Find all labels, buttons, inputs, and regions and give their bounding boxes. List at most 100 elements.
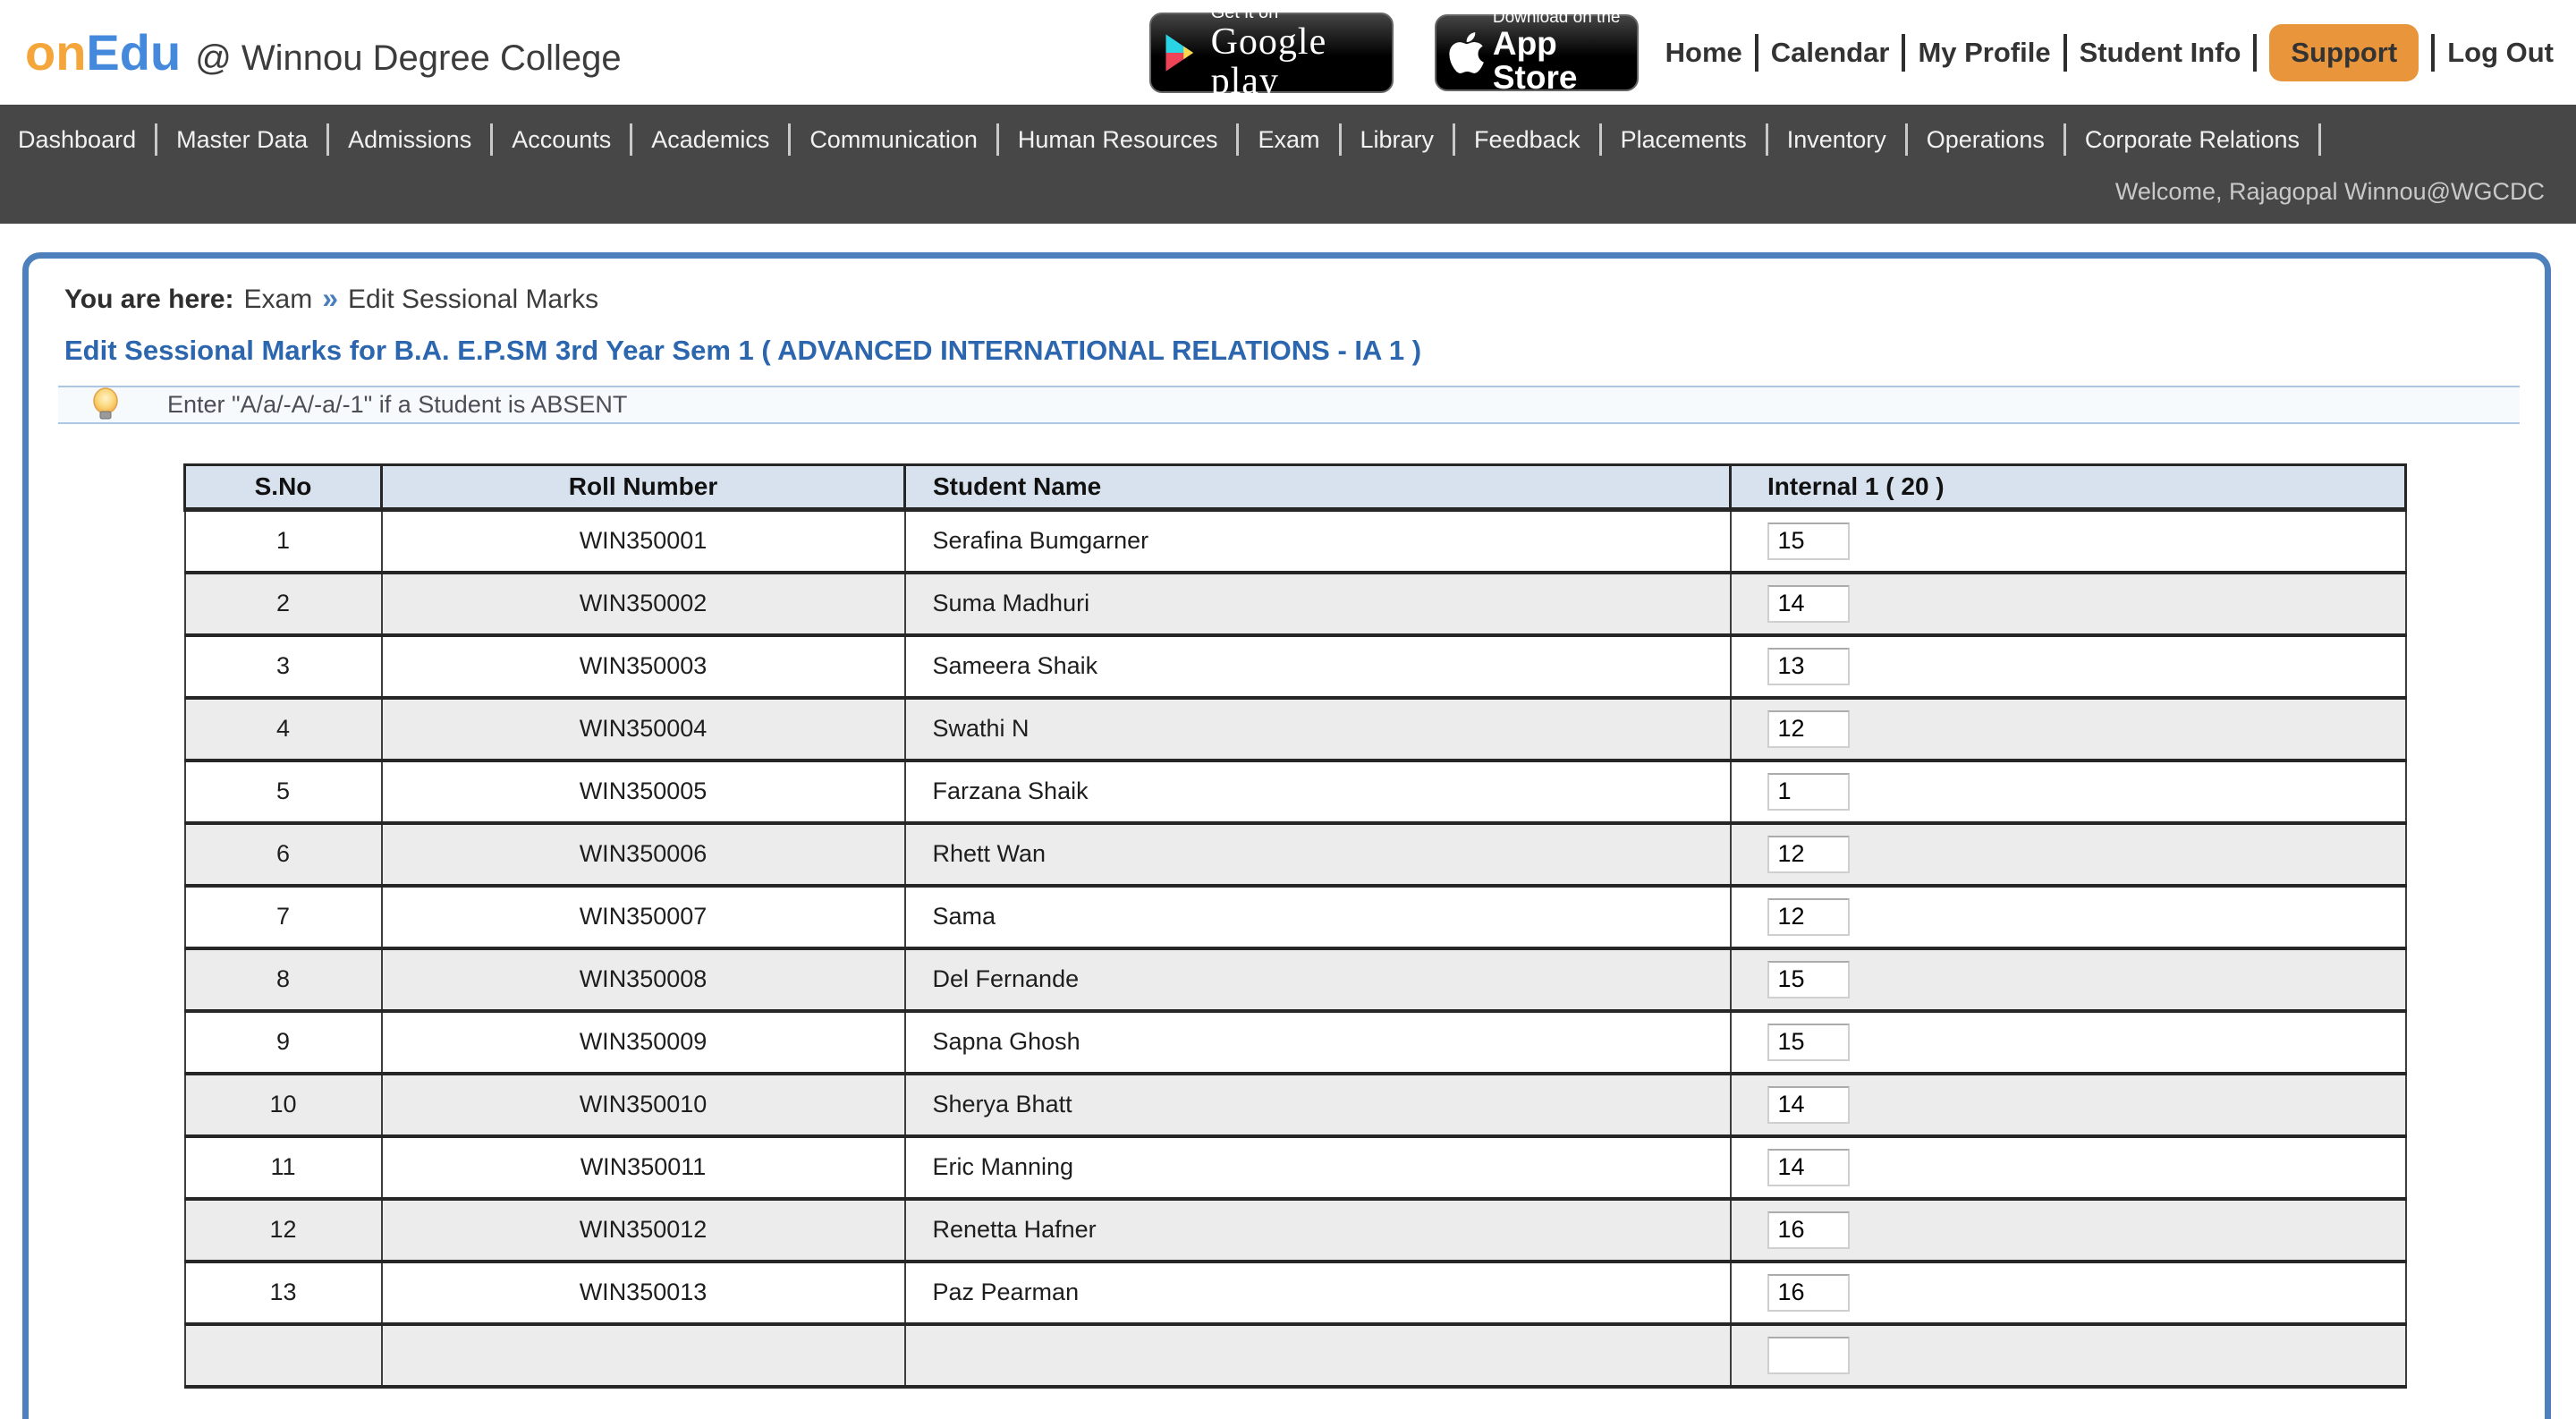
menu-item-placements[interactable]: Placements (1621, 126, 1747, 154)
mark-cell (1729, 1071, 2407, 1138)
mark-cell (1729, 1259, 2407, 1326)
table-header-row: S.No Roll Number Student Name Internal 1 ( … (183, 463, 2407, 512)
apple-icon (1449, 31, 1484, 73)
welcome-text: Welcome, Rajagopal Winnou@WGCDC (2114, 178, 2545, 205)
google-play-badge[interactable]: Get it on Google play (1148, 3, 1394, 101)
top-nav-home[interactable]: Home (1665, 37, 1742, 69)
app-header: onEdu @ Winnou Degree College Get it on … (0, 0, 2576, 105)
menu-item-feedback[interactable]: Feedback (1474, 126, 1580, 154)
top-nav-separator (2253, 33, 2258, 72)
top-nav-separator (1754, 33, 1758, 72)
top-nav-my-profile[interactable]: My Profile (1918, 37, 2050, 69)
main-menu: Dashboard Master Data Admissions Accounts Ac… (0, 105, 2576, 174)
sno-cell: 5 (183, 758, 383, 825)
menu-item-master-data[interactable]: Master Data (176, 126, 308, 154)
menu-separator (1904, 123, 1908, 156)
menu-item-dashboard[interactable]: Dashboard (18, 126, 136, 154)
menu-separator (630, 123, 633, 156)
mark-input[interactable] (1767, 960, 1850, 998)
top-nav-separator (2431, 33, 2436, 72)
top-nav-calendar[interactable]: Calendar (1771, 37, 1890, 69)
menu-separator (996, 123, 999, 156)
app-store-line1: Download on the (1492, 7, 1621, 27)
menu-item-library[interactable]: Library (1360, 126, 1435, 154)
table-row: 12 WIN350012 Renetta Hafner (183, 1196, 2407, 1263)
roll-number-cell: WIN350011 (380, 1134, 906, 1201)
menu-item-human-resources[interactable]: Human Resources (1018, 126, 1218, 154)
menu-separator (2318, 123, 2321, 156)
menu-separator (788, 123, 792, 156)
table-row: 2 WIN350002 Suma Madhuri (183, 570, 2407, 637)
mark-input[interactable] (1767, 647, 1850, 685)
mark-cell (1729, 1134, 2407, 1201)
breadcrumb-prefix: You are here: (64, 285, 234, 314)
mark-input[interactable] (1767, 710, 1850, 748)
table-row (183, 1321, 2407, 1389)
mark-input[interactable] (1767, 522, 1850, 560)
mark-input[interactable] (1767, 1085, 1850, 1124)
sno-cell: 1 (183, 507, 383, 574)
top-nav-separator (2063, 33, 2067, 72)
menu-item-accounts[interactable]: Accounts (512, 126, 611, 154)
breadcrumb-separator-icon: » (322, 282, 338, 314)
sno-cell: 10 (183, 1071, 383, 1138)
sno-cell: 12 (183, 1196, 383, 1263)
menu-item-academics[interactable]: Academics (651, 126, 769, 154)
sno-cell (183, 1321, 383, 1389)
mark-input[interactable] (1767, 1336, 1850, 1374)
roll-number-cell: WIN350001 (380, 507, 906, 574)
menu-item-communication[interactable]: Communication (809, 126, 978, 154)
menu-item-inventory[interactable]: Inventory (1787, 126, 1886, 154)
top-nav-log-out[interactable]: Log Out (2447, 37, 2554, 69)
menu-item-operations[interactable]: Operations (1927, 126, 2045, 154)
menu-separator (326, 123, 330, 156)
sno-cell: 13 (183, 1259, 383, 1326)
mark-cell (1729, 946, 2407, 1013)
roll-number-cell: WIN350009 (380, 1008, 906, 1075)
menu-item-corporate-relations[interactable]: Corporate Relations (2085, 126, 2300, 154)
mark-input[interactable] (1767, 584, 1850, 623)
app-store-badge[interactable]: Download on the App Store (1434, 8, 1639, 95)
breadcrumb-section[interactable]: Exam (244, 285, 313, 315)
brand-logo[interactable]: onEdu @ Winnou Degree College (25, 23, 622, 81)
top-nav-student-info[interactable]: Student Info (2080, 37, 2241, 69)
mark-input[interactable] (1767, 1273, 1850, 1312)
mark-cell (1729, 883, 2407, 950)
table-row: 11 WIN350011 Eric Manning (183, 1134, 2407, 1201)
student-name-cell: Swathi N (903, 695, 1732, 762)
menu-item-admissions[interactable]: Admissions (348, 126, 471, 154)
app-store-line2: App Store (1492, 24, 1578, 97)
student-name-cell: Sameera Shaik (903, 633, 1732, 700)
roll-number-cell (380, 1321, 906, 1389)
table-row: 6 WIN350006 Rhett Wan (183, 820, 2407, 888)
student-name-cell: Renetta Hafner (903, 1196, 1732, 1263)
sno-cell: 11 (183, 1134, 383, 1201)
mark-input[interactable] (1767, 835, 1850, 873)
mark-cell (1729, 758, 2407, 825)
table-row: 9 WIN350009 Sapna Ghosh (183, 1008, 2407, 1075)
mark-input[interactable] (1767, 772, 1850, 811)
mark-input[interactable] (1767, 1023, 1850, 1061)
lightbulb-icon (93, 387, 118, 419)
google-play-line1: Get it on (1210, 2, 1279, 22)
mark-input[interactable] (1767, 1211, 1850, 1249)
sno-cell: 7 (183, 883, 383, 950)
mark-input[interactable] (1767, 897, 1850, 936)
table-row: 7 WIN350007 Sama (183, 883, 2407, 950)
roll-number-cell: WIN350004 (380, 695, 906, 762)
sno-cell: 6 (183, 820, 383, 888)
top-nav-support[interactable]: Support (2269, 23, 2419, 81)
mark-cell (1729, 820, 2407, 888)
table-row: 10 WIN350010 Sherya Bhatt (183, 1071, 2407, 1138)
column-header-internal-1-20: Internal 1 ( 20 ) (1729, 463, 2407, 512)
mark-cell (1729, 1008, 2407, 1075)
page-title: Edit Sessional Marks for B.A. E.P.SM 3rd… (64, 335, 1422, 366)
mark-input[interactable] (1767, 1148, 1850, 1186)
play-triangle-icon (1165, 33, 1193, 72)
roll-number-cell: WIN350008 (380, 946, 906, 1013)
marks-table-body: 1WIN350001Serafina Bumgarner2WIN350002Su… (183, 507, 2407, 1389)
menu-item-exam[interactable]: Exam (1258, 126, 1319, 154)
roll-number-cell: WIN350006 (380, 820, 906, 888)
roll-number-cell: WIN350002 (380, 570, 906, 637)
student-name-cell: Del Fernande (903, 946, 1732, 1013)
